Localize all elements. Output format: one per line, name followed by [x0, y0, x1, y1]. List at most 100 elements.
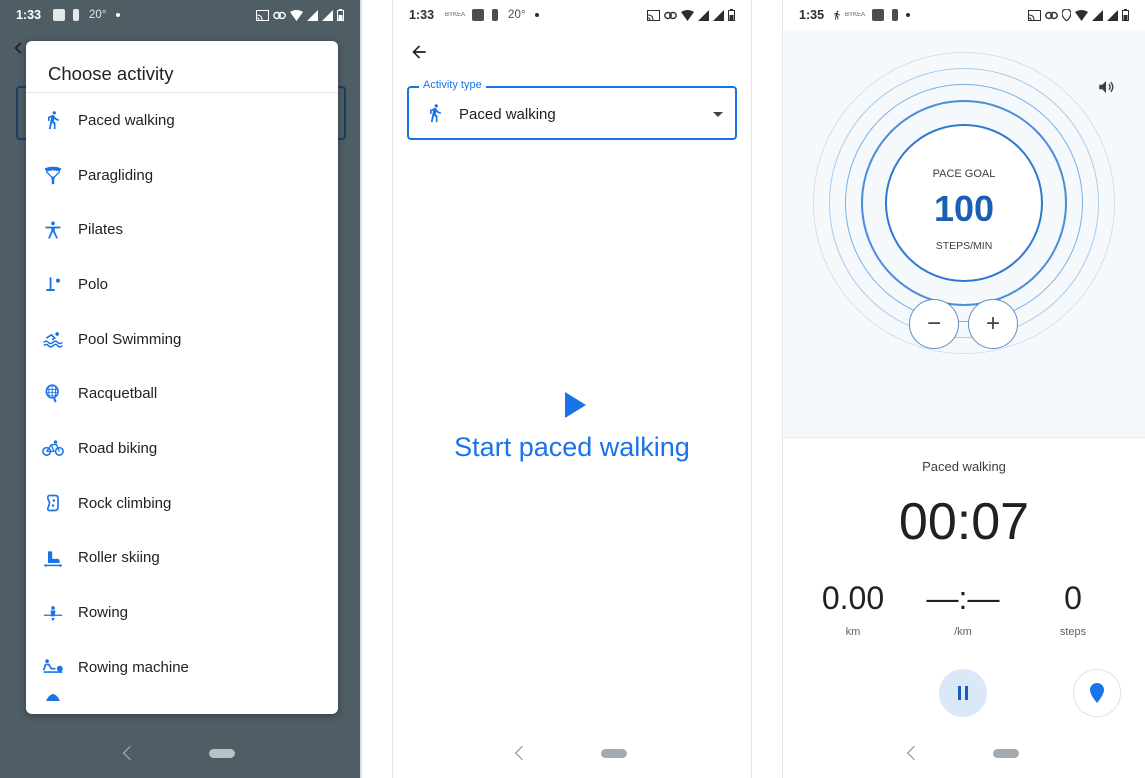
- signal-icon: [698, 9, 709, 21]
- activity-label: Rowing: [78, 604, 129, 622]
- notification-icon: [892, 9, 899, 21]
- status-bar: 1:33 BYKEA 20°: [393, 0, 751, 30]
- notification-icon: [472, 9, 485, 21]
- dropdown-caret-icon: [713, 112, 723, 117]
- racquet-icon: [42, 383, 64, 405]
- cast-icon: [256, 9, 269, 21]
- activity-name: Paced walking: [922, 459, 1006, 474]
- activity-item-road-biking[interactable]: Road biking: [26, 421, 338, 476]
- activity-type-dropdown[interactable]: Activity type Paced walking: [407, 79, 737, 140]
- activity-item-racquetball[interactable]: Racquetball: [26, 366, 338, 421]
- back-arrow-icon[interactable]: [409, 42, 429, 62]
- activity-label: Roller skiing: [78, 549, 160, 567]
- wifi-icon: [290, 9, 303, 21]
- activity-label: Rowing machine: [78, 658, 189, 676]
- walking-icon: [834, 10, 840, 20]
- activity-item-pool-swimming[interactable]: Pool Swimming: [26, 312, 338, 367]
- signal-icon: [1107, 9, 1118, 21]
- wifi-icon: [1075, 9, 1088, 21]
- increase-pace-button[interactable]: +: [968, 299, 1018, 349]
- signal-icon: [1092, 9, 1103, 21]
- nav-back-button[interactable]: [906, 745, 922, 761]
- notification-icon: [73, 9, 80, 21]
- status-temp: 20°: [89, 9, 107, 21]
- notification-icon: [872, 9, 885, 21]
- nav-bar: [0, 728, 360, 778]
- partial-icon: [42, 691, 64, 713]
- bike-icon: [42, 437, 64, 459]
- activity-label: Polo: [78, 275, 109, 293]
- back-arrow-icon: [14, 42, 26, 54]
- activity-label: Road biking: [78, 439, 158, 457]
- start-activity-screen: 1:33 BYKEA 20° Activity type Paced walki…: [392, 0, 752, 778]
- nav-bar: [783, 728, 1145, 778]
- activity-item-roller-skiing[interactable]: Roller skiing: [26, 531, 338, 586]
- activity-item-polo[interactable]: Polo: [26, 257, 338, 312]
- activity-item-rowing[interactable]: Rowing: [26, 585, 338, 640]
- cast-icon: [647, 9, 660, 21]
- activity-item-pilates[interactable]: Pilates: [26, 202, 338, 257]
- status-icons: [647, 9, 735, 21]
- rowing-machine-icon: [42, 656, 64, 678]
- activity-type-label: Activity type: [419, 79, 486, 91]
- polo-icon: [42, 273, 64, 295]
- activity-label: Pool Swimming: [78, 330, 182, 348]
- nav-back-button[interactable]: [514, 745, 530, 761]
- paragliding-icon: [42, 164, 64, 186]
- status-icons: [1028, 9, 1129, 21]
- decrease-pace-button[interactable]: −: [909, 299, 959, 349]
- play-icon[interactable]: [565, 392, 586, 418]
- activity-item-partial: [26, 693, 338, 709]
- status-app-label: BYKEA: [445, 12, 466, 18]
- location-status-icon: [1062, 9, 1071, 21]
- distance-stat: 0.00 km: [793, 580, 913, 638]
- signal-icon: [713, 9, 724, 21]
- status-temp: 20°: [508, 9, 526, 21]
- activity-item-rock-climbing[interactable]: Rock climbing: [26, 476, 338, 531]
- walking-icon: [42, 109, 64, 131]
- pace-goal-label: PACE GOAL: [932, 168, 996, 180]
- pause-icon: [965, 686, 968, 700]
- nav-home-button[interactable]: [601, 748, 627, 758]
- activity-type-value: Paced walking: [459, 106, 556, 123]
- location-pin-icon: [1090, 683, 1104, 703]
- dot-icon: [116, 13, 121, 17]
- screenshot-collage: 1:33 20° Choose activity Paced walking P…: [0, 0, 1145, 778]
- start-activity-button[interactable]: Start paced walking: [393, 432, 751, 463]
- swimming-icon: [42, 328, 64, 350]
- activity-item-paced-walking[interactable]: Paced walking: [26, 93, 338, 148]
- activity-item-paragliding[interactable]: Paragliding: [26, 148, 338, 203]
- steps-stat: 0 steps: [1013, 580, 1133, 638]
- battery-icon: [337, 9, 344, 21]
- nav-home-button[interactable]: [209, 748, 235, 758]
- skate-icon: [42, 547, 64, 569]
- location-button[interactable]: [1073, 669, 1121, 717]
- nav-back-button[interactable]: [122, 745, 138, 761]
- cast-icon: [1028, 9, 1041, 21]
- distance-unit: km: [845, 626, 861, 638]
- status-bar: 1:35 BYKEA: [783, 0, 1145, 30]
- elapsed-timer: 00:07: [898, 493, 1030, 551]
- status-bar: 1:33 20°: [0, 0, 360, 30]
- sound-icon[interactable]: [1097, 78, 1115, 96]
- pilates-icon: [42, 219, 64, 241]
- activity-item-rowing-machine[interactable]: Rowing machine: [26, 640, 338, 695]
- steps-value: 0: [1064, 580, 1082, 616]
- activity-label: Racquetball: [78, 385, 158, 403]
- nav-home-button[interactable]: [993, 748, 1019, 758]
- pace-stat: —:— /km: [903, 580, 1023, 638]
- battery-icon: [1122, 9, 1129, 21]
- activity-label: Paragliding: [78, 166, 154, 184]
- status-icons: [256, 9, 344, 21]
- pace-goal-value: 100: [933, 188, 995, 229]
- choose-activity-screen: 1:33 20° Choose activity Paced walking P…: [0, 0, 362, 778]
- pace-unit: /km: [954, 626, 972, 638]
- distance-value: 0.00: [821, 580, 885, 616]
- activity-label: Rock climbing: [78, 494, 172, 512]
- pause-button[interactable]: [939, 669, 987, 717]
- link-icon: [664, 11, 677, 19]
- link-icon: [273, 11, 286, 19]
- rowing-icon: [42, 602, 64, 624]
- climbing-icon: [42, 492, 64, 514]
- signal-icon: [307, 9, 318, 21]
